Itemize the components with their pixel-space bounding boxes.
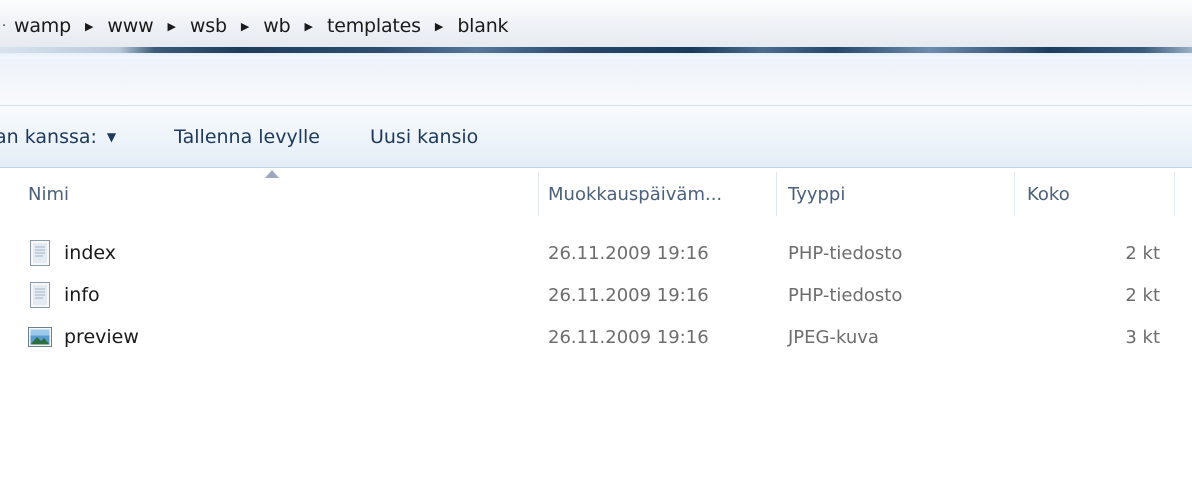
file-name: index: [64, 242, 116, 264]
php-file-icon: [30, 282, 50, 308]
breadcrumb-label: wb: [263, 15, 291, 37]
file-date: 26.11.2009 19:16: [548, 284, 709, 306]
breadcrumb-label: wsb: [189, 15, 227, 37]
chevron-down-icon: ▼: [106, 129, 117, 144]
new-folder-button[interactable]: Uusi kansio: [370, 117, 478, 157]
jpeg-image-icon: [28, 327, 52, 347]
column-divider[interactable]: [1174, 172, 1175, 216]
file-type: JPEG-kuva: [788, 326, 879, 348]
file-row-index[interactable]: index 26.11.2009 19:16 PHP-tiedosto 2 kt: [0, 232, 1192, 274]
address-bar-edge: [0, 47, 1192, 59]
file-type: PHP-tiedosto: [788, 284, 903, 306]
breadcrumb-label: blank: [457, 15, 509, 37]
column-header-date[interactable]: Muokkauspäiväm...: [548, 168, 722, 220]
column-divider[interactable]: [538, 172, 539, 216]
file-size: 2 kt: [1125, 242, 1160, 264]
breadcrumb-item-wsb[interactable]: wsb ▶: [188, 15, 261, 37]
breadcrumb-label: templates: [326, 15, 421, 37]
sort-ascending-icon: [265, 170, 279, 178]
column-header-type[interactable]: Tyyppi: [788, 168, 845, 220]
column-headers: Nimi Muokkauspäiväm... Tyyppi Koko: [0, 168, 1192, 220]
chevron-right-icon[interactable]: ▶: [427, 20, 455, 33]
file-date: 26.11.2009 19:16: [548, 242, 709, 264]
breadcrumb: · wamp ▶ www ▶ wsb ▶ wb ▶ templates ▶ bl…: [0, 12, 514, 40]
file-name-cell: preview: [28, 316, 139, 358]
file-type: PHP-tiedosto: [788, 242, 903, 264]
breadcrumb-item-wamp[interactable]: wamp ▶: [12, 15, 105, 37]
file-row-preview[interactable]: preview 26.11.2009 19:16 JPEG-kuva 3 kt: [0, 316, 1192, 358]
share-with-button[interactable]: an kanssa: ▼: [0, 117, 174, 157]
breadcrumb-item-wb[interactable]: wb ▶: [261, 15, 325, 37]
file-name-cell: info: [28, 274, 100, 316]
menu-band: [0, 59, 1192, 106]
file-row-info[interactable]: info 26.11.2009 19:16 PHP-tiedosto 2 kt: [0, 274, 1192, 316]
command-toolbar: an kanssa: ▼ Tallenna levylle Uusi kansi…: [0, 106, 1192, 168]
chevron-right-icon[interactable]: ▶: [233, 20, 261, 33]
chevron-right-icon[interactable]: ▶: [159, 20, 187, 33]
column-header-name[interactable]: Nimi: [28, 168, 69, 220]
file-name-cell: index: [28, 232, 116, 274]
breadcrumb-label: www: [107, 15, 154, 37]
breadcrumb-item-templates[interactable]: templates ▶: [325, 15, 455, 37]
chevron-right-icon[interactable]: ▶: [77, 20, 105, 33]
address-bar[interactable]: · wamp ▶ www ▶ wsb ▶ wb ▶ templates ▶ bl…: [0, 0, 1192, 48]
column-divider[interactable]: [776, 172, 777, 216]
column-header-size[interactable]: Koko: [1027, 168, 1070, 220]
php-file-icon: [30, 240, 50, 266]
file-size: 2 kt: [1125, 284, 1160, 306]
share-with-label: an kanssa:: [0, 125, 97, 148]
breadcrumb-label: wamp: [14, 15, 71, 37]
breadcrumb-item-blank[interactable]: blank: [455, 15, 514, 37]
burn-to-disc-button[interactable]: Tallenna levylle: [174, 117, 370, 157]
breadcrumb-item-www[interactable]: www ▶: [105, 15, 188, 37]
column-divider[interactable]: [1014, 172, 1015, 216]
file-name: preview: [64, 326, 139, 348]
file-name: info: [64, 284, 100, 306]
chevron-right-icon[interactable]: ▶: [297, 20, 325, 33]
file-list: index 26.11.2009 19:16 PHP-tiedosto 2 kt…: [0, 232, 1192, 358]
file-date: 26.11.2009 19:16: [548, 326, 709, 348]
file-size: 3 kt: [1125, 326, 1160, 348]
breadcrumb-overflow[interactable]: ·: [2, 19, 12, 34]
